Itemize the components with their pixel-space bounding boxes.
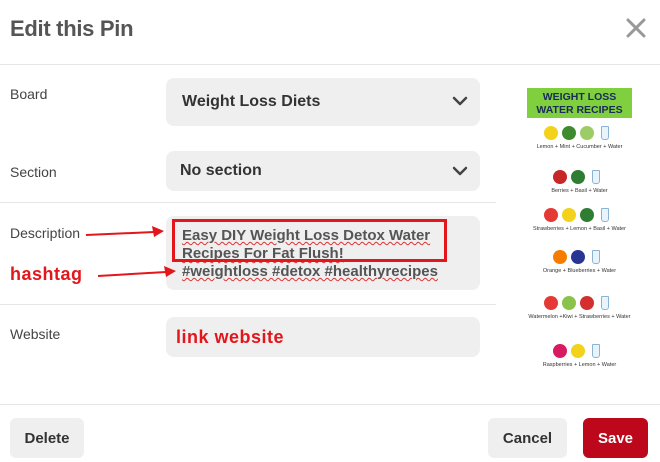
fruit-icon bbox=[579, 208, 594, 222]
highlight-box bbox=[172, 219, 447, 262]
close-icon bbox=[626, 18, 646, 38]
pin-recipe-row: Berries + Basil + Water bbox=[527, 168, 632, 208]
fruit-icon bbox=[543, 208, 558, 222]
footer-divider bbox=[0, 404, 660, 405]
fruit-icon bbox=[543, 296, 558, 310]
dialog-title: Edit this Pin bbox=[10, 16, 134, 41]
fruit-icon bbox=[561, 126, 576, 140]
pin-image: WEIGHT LOSS WATER RECIPES Lemon + Mint +… bbox=[527, 88, 632, 383]
chevron-down-icon bbox=[452, 166, 468, 176]
website-field[interactable]: link website bbox=[166, 317, 480, 357]
divider bbox=[0, 202, 496, 203]
fruit-icon bbox=[543, 126, 558, 140]
fruit-icon bbox=[579, 126, 594, 140]
fruit-icon bbox=[570, 170, 585, 184]
delete-button[interactable]: Delete bbox=[10, 418, 84, 458]
section-select[interactable]: No section bbox=[166, 151, 480, 191]
description-label: Description bbox=[10, 225, 81, 241]
section-label: Section bbox=[10, 164, 57, 180]
water-glass-icon bbox=[591, 170, 600, 184]
chevron-down-icon bbox=[452, 96, 468, 106]
header-divider bbox=[0, 64, 660, 65]
pin-recipe-row: Watermelon +Kiwi + Strawberries + Water bbox=[527, 294, 632, 334]
pin-recipe-caption: Watermelon +Kiwi + Strawberries + Water bbox=[528, 314, 631, 320]
board-label: Board bbox=[10, 86, 48, 102]
pin-recipe-caption: Lemon + Mint + Cucumber + Water bbox=[536, 144, 623, 150]
fruit-icon bbox=[552, 170, 567, 184]
fruit-icon bbox=[552, 344, 567, 358]
divider bbox=[0, 304, 496, 305]
arrow-to-hashtag bbox=[97, 271, 167, 277]
pin-recipe-row: Lemon + Mint + Cucumber + Water bbox=[527, 124, 632, 164]
hashtag-annotation: hashtag bbox=[10, 264, 83, 284]
water-glass-icon bbox=[591, 344, 600, 358]
pin-recipe-row: Strawberries + Lemon + Basil + Water bbox=[527, 206, 632, 246]
fruit-icon bbox=[561, 208, 576, 222]
board-select[interactable]: Weight Loss Diets bbox=[166, 78, 480, 126]
pin-title: WEIGHT LOSS WATER RECIPES bbox=[527, 88, 632, 118]
website-label: Website bbox=[10, 326, 61, 342]
fruit-icon bbox=[552, 250, 567, 264]
arrow-head-title bbox=[152, 226, 164, 237]
pin-recipe-caption: Raspberries + Lemon + Water bbox=[542, 362, 617, 368]
water-glass-icon bbox=[600, 126, 609, 140]
description-hashtags: #weightloss #detox #healthyrecipes bbox=[182, 263, 438, 280]
pin-recipe-caption: Orange + Blueberries + Water bbox=[542, 268, 617, 274]
fruit-icon bbox=[570, 344, 585, 358]
water-glass-icon bbox=[600, 208, 609, 222]
water-glass-icon bbox=[591, 250, 600, 264]
board-value: Weight Loss Diets bbox=[182, 93, 321, 110]
fruit-icon bbox=[561, 296, 576, 310]
close-button[interactable] bbox=[624, 16, 648, 40]
pin-recipe-row: Raspberries + Lemon + Water bbox=[527, 342, 632, 382]
section-value: No section bbox=[180, 162, 262, 179]
fruit-icon bbox=[579, 296, 594, 310]
save-button[interactable]: Save bbox=[583, 418, 648, 458]
cancel-button[interactable]: Cancel bbox=[488, 418, 567, 458]
pin-recipe-row: Orange + Blueberries + Water bbox=[527, 248, 632, 288]
website-value: link website bbox=[176, 327, 285, 347]
pin-recipe-caption: Strawberries + Lemon + Basil + Water bbox=[533, 226, 626, 232]
pin-recipe-caption: Berries + Basil + Water bbox=[551, 188, 608, 194]
water-glass-icon bbox=[600, 296, 609, 310]
fruit-icon bbox=[570, 250, 585, 264]
arrow-to-title bbox=[85, 231, 155, 236]
